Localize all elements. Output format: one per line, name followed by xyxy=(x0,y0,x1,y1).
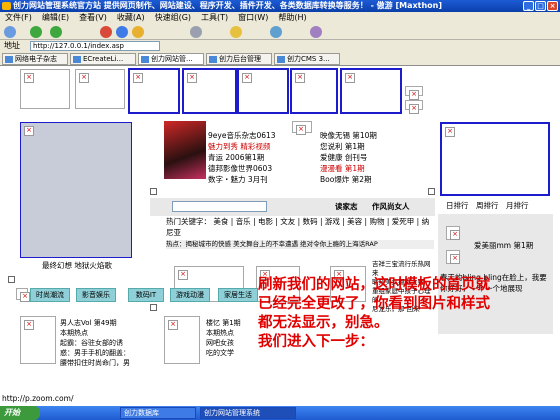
rank-day[interactable]: 日排行 xyxy=(446,200,469,211)
page-icon xyxy=(209,56,217,63)
forward-icon[interactable] xyxy=(50,26,62,38)
tab-admin[interactable]: 创力后台管理 xyxy=(206,53,272,65)
address-label: 地址 xyxy=(4,41,20,50)
page-icon xyxy=(5,56,13,63)
feature-image[interactable] xyxy=(20,122,132,258)
maxthon-icon xyxy=(2,2,11,10)
tab-ecreate[interactable]: ECreateLi... xyxy=(70,53,136,65)
refresh-icon[interactable] xyxy=(116,26,128,38)
tab-magazine[interactable]: 网络电子杂志 xyxy=(2,53,68,65)
right-banner[interactable] xyxy=(440,122,550,196)
rank-month[interactable]: 月排行 xyxy=(506,200,529,211)
menu-favorites[interactable]: 收藏(A) xyxy=(112,12,150,24)
status-url: http://p.zoom.com/ xyxy=(2,394,74,403)
tab-cms[interactable]: 创力CMS 3... xyxy=(274,53,340,65)
search-input[interactable] xyxy=(172,201,267,212)
maximize-button[interactable]: □ xyxy=(535,1,546,11)
new-tab-icon[interactable] xyxy=(4,26,16,38)
address-bar: 地址 http://127.0.0.1/index.asp xyxy=(0,40,560,52)
right-item[interactable]: 爱美丽mm 第1期 xyxy=(474,240,533,251)
banner-image xyxy=(75,69,125,109)
hotwords: 热门关键字： 美食 | 音乐 | 电影 | 文友 | 数码 | 游戏 | 美容 … xyxy=(166,217,430,237)
favorites-icon[interactable] xyxy=(230,26,242,38)
home-icon[interactable] xyxy=(132,26,144,38)
nav-digital[interactable]: 数码IT xyxy=(128,288,164,302)
start-button[interactable]: 开始 xyxy=(0,406,40,420)
page-icon xyxy=(141,56,149,63)
taskbar-item-database[interactable]: 创力数据库 xyxy=(120,407,196,419)
read-link[interactable]: 读家志 xyxy=(335,201,358,212)
banner-image xyxy=(20,69,70,109)
author-link[interactable]: 作风尚女人 xyxy=(372,201,410,212)
instruction-overlay: 刷新我们的网站，这时模板的首页就 已经完全更改了，你看到图片和样式 都无法显示，… xyxy=(258,277,490,350)
minimize-button[interactable]: _ xyxy=(523,1,534,11)
address-input[interactable]: http://127.0.0.1/index.asp xyxy=(30,41,160,51)
tools-icon[interactable] xyxy=(310,26,322,38)
menu-view[interactable]: 查看(V) xyxy=(74,12,112,24)
corner-marker xyxy=(150,304,157,311)
tab-site-manager[interactable]: 创力网站管... xyxy=(138,53,204,65)
bottom-mid-list: 楼忆 第1期 本期热点 网吧女孩 吃的文学 xyxy=(206,319,241,357)
taskbar-item-site[interactable]: 创力网站管理系统 xyxy=(200,407,296,419)
taskbar: 开始 创力数据库 创力网站管理系统 xyxy=(0,406,560,420)
bottom-left-list: 男人志Vol 第49期 本期热点 起霸：谷驻女部的诱 惑：男手手机的翻盖： 腰带… xyxy=(60,319,130,367)
banner-image[interactable] xyxy=(128,68,180,114)
menu-bar: 文件(F) 编辑(E) 查看(V) 收藏(A) 快速组(G) 工具(T) 窗口(W) 帮助(H… xyxy=(0,12,560,24)
nav-fashion[interactable]: 时尚潮流 xyxy=(30,288,70,302)
magazine-list-2: 映像无锡 第10期 您说利 第1期 爱健康 创刊号 漫漫看 第1期 Boo爆炸 … xyxy=(320,131,377,184)
nav-home[interactable]: 家居生活 xyxy=(218,288,258,302)
corner-marker xyxy=(428,188,435,195)
tab-bar: 网络电子杂志 ECreateLi... 创力网站管... 创力后台管理 创力CM… xyxy=(0,52,560,66)
rank-week[interactable]: 周排行 xyxy=(476,200,499,211)
small-image xyxy=(405,100,423,114)
title-bar: 创力网站管理系统官方站 提供网页制作、网站建设、程序开发、插件开发、各类数据库转… xyxy=(0,0,560,12)
small-image xyxy=(446,250,460,264)
small-image xyxy=(446,226,460,240)
search-icon[interactable] xyxy=(190,26,202,38)
feature-caption[interactable]: 最终幻想 地狱火焰歌 xyxy=(42,260,112,271)
page-icon xyxy=(73,56,81,63)
menu-edit[interactable]: 编辑(E) xyxy=(37,12,74,24)
menu-file[interactable]: 文件(F) xyxy=(0,12,37,24)
history-icon[interactable] xyxy=(270,26,282,38)
page-icon xyxy=(277,56,285,63)
hot-news[interactable]: 热点：揭秘城市的快感 美文舞台上的不幸遭遇 绝对令你上瘾的上海话RAP xyxy=(166,240,434,249)
stop-icon[interactable] xyxy=(100,26,112,38)
banner-image[interactable] xyxy=(182,68,237,114)
small-image xyxy=(292,121,312,135)
banner-image[interactable] xyxy=(237,68,289,114)
thumb-image[interactable] xyxy=(20,316,56,364)
window-title: 创力网站管理系统官方站 提供网页制作、网站建设、程序开发、插件开发、各类数据库转… xyxy=(13,1,442,10)
thumb-image[interactable] xyxy=(164,316,200,364)
magazine-list: 9eye音乐杂志0613 魅力到秀 精彩视频 青运 2006第1期 德邦影像世界… xyxy=(208,131,276,184)
menu-tools[interactable]: 工具(T) xyxy=(196,12,233,24)
banner-image[interactable] xyxy=(340,68,402,114)
banner-image[interactable] xyxy=(290,68,338,114)
toolbar xyxy=(0,24,560,40)
small-image xyxy=(405,86,423,100)
corner-marker xyxy=(150,188,157,195)
close-button[interactable]: × xyxy=(547,1,558,11)
back-icon[interactable] xyxy=(30,26,42,38)
menu-help[interactable]: 帮助(H) xyxy=(273,12,311,24)
magazine-cover[interactable] xyxy=(164,121,206,179)
web-page: 最终幻想 地狱火焰歌 9eye音乐杂志0613 魅力到秀 精彩视频 青运 200… xyxy=(0,66,560,406)
menu-groups[interactable]: 快速组(G) xyxy=(150,12,196,24)
nav-games[interactable]: 游戏动漫 xyxy=(170,288,210,302)
nav-entertainment[interactable]: 影音娱乐 xyxy=(76,288,116,302)
small-image xyxy=(16,288,30,302)
corner-marker xyxy=(8,276,15,283)
menu-window[interactable]: 窗口(W) xyxy=(233,12,273,24)
